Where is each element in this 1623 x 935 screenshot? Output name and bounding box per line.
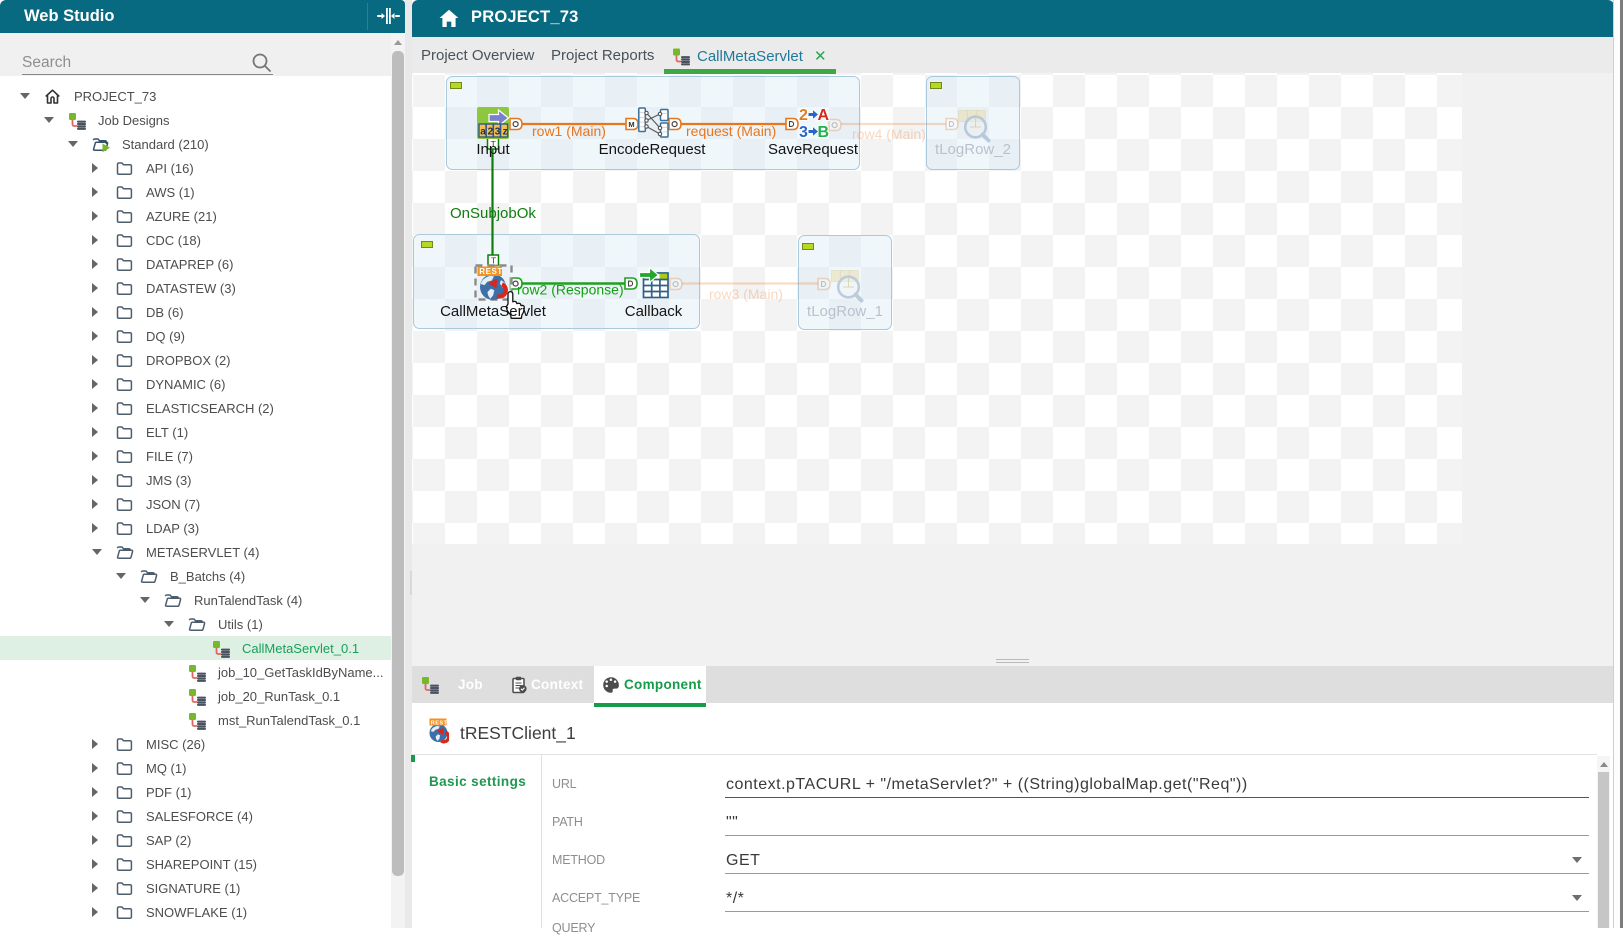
svg-text:REST: REST (431, 720, 448, 726)
svg-text:row2 (Response): row2 (Response) (517, 282, 624, 298)
svg-text:2: 2 (799, 107, 808, 124)
svg-text:Input: Input (476, 141, 510, 158)
svg-text:row3 (Main): row3 (Main) (709, 286, 783, 302)
svg-text:tLogRow_2: tLogRow_2 (935, 141, 1011, 158)
svg-text:2: 2 (488, 127, 494, 138)
svg-text:z: z (503, 127, 508, 138)
svg-text:request (Main): request (Main) (686, 123, 776, 139)
svg-text:T: T (491, 256, 496, 266)
svg-text:B: B (818, 124, 830, 141)
svg-text:CallMetaServlet: CallMetaServlet (440, 303, 547, 320)
svg-text:3: 3 (495, 127, 501, 138)
svg-text:3: 3 (799, 124, 808, 141)
svg-text:row1 (Main): row1 (Main) (532, 123, 606, 139)
svg-text:A: A (818, 107, 830, 124)
svg-text:row4 (Main): row4 (Main) (852, 126, 926, 142)
svg-text:Callback: Callback (625, 303, 683, 320)
svg-text:EncodeRequest: EncodeRequest (599, 141, 707, 158)
svg-text:OnSubjobOk: OnSubjobOk (450, 205, 536, 222)
svg-text:SaveRequest: SaveRequest (768, 141, 859, 158)
svg-text:a: a (480, 127, 486, 138)
svg-text:tLogRow_1: tLogRow_1 (807, 303, 883, 320)
svg-text:REST: REST (479, 267, 503, 276)
